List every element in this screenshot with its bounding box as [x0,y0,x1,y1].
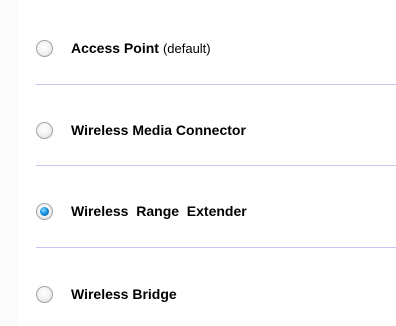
option-label-wireless-media-connector: Wireless Media Connector [71,122,246,138]
radio-wireless-bridge[interactable] [36,285,53,303]
option-wireless-range-extender[interactable]: Wireless Range Extender [36,191,396,231]
divider [36,84,396,85]
option-suffix-access-point: (default) [162,40,211,56]
option-label-wireless-bridge: Wireless Bridge [71,286,177,302]
radio-wireless-range-extender[interactable] [36,202,53,220]
option-wireless-bridge[interactable]: Wireless Bridge [36,274,396,314]
panel-left-margin [0,0,18,326]
option-access-point[interactable]: Access Point (default) [36,28,396,68]
option-label-wireless-range-extender: Wireless Range Extender [71,203,247,219]
option-wireless-media-connector[interactable]: Wireless Media Connector [36,110,396,150]
wireless-mode-panel: Access Point (default) Wireless Media Co… [0,0,396,326]
radio-wireless-media-connector[interactable] [36,121,53,139]
divider [36,165,396,166]
option-label-access-point: Access Point [71,40,159,56]
radio-access-point[interactable] [36,39,53,57]
divider [36,247,396,248]
